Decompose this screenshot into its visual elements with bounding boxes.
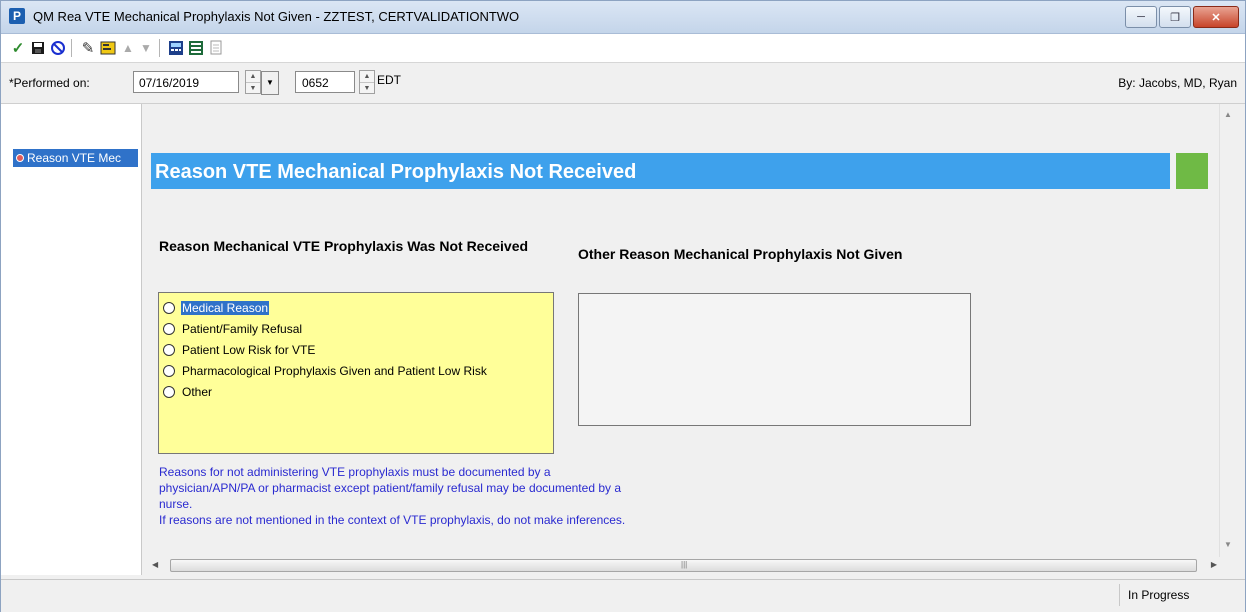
section-header: Reason VTE Mechanical Prophylaxis Not Re…	[151, 153, 1170, 189]
tag-icon[interactable]: ✎	[79, 39, 97, 57]
date-spinner[interactable]: ▲ ▼	[245, 70, 261, 94]
radio-option[interactable]: Patient Low Risk for VTE	[163, 339, 549, 360]
performed-by-label: By: Jacobs, MD, Ryan	[1118, 76, 1237, 90]
timezone-label: EDT	[377, 73, 401, 87]
calculator-icon[interactable]	[167, 39, 185, 57]
status-bar: In Progress	[1, 579, 1245, 612]
cancel-icon[interactable]	[49, 39, 67, 57]
radio-button[interactable]	[163, 301, 175, 314]
title-bar: P QM Rea VTE Mechanical Prophylaxis Not …	[1, 1, 1245, 34]
radio-option-label[interactable]: Medical Reason	[181, 300, 270, 315]
restore-button[interactable]: ❐	[1159, 6, 1191, 28]
required-indicator-icon	[16, 154, 24, 162]
radio-option-label[interactable]: Pharmacological Prophylaxis Given and Pa…	[181, 364, 488, 378]
note-line: Reasons for not administering VTE prophy…	[159, 465, 551, 479]
radio-option-label[interactable]: Patient/Family Refusal	[181, 322, 303, 336]
powerform-window: P QM Rea VTE Mechanical Prophylaxis Not …	[0, 0, 1246, 612]
save-icon[interactable]	[29, 39, 47, 57]
form-content: Reason VTE Mechanical Prophylaxis Not Re…	[142, 104, 1219, 557]
other-reason-question-label: Other Reason Mechanical Prophylaxis Not …	[578, 246, 903, 262]
arrow-down-icon[interactable]: ▼	[137, 39, 155, 57]
form-browser-icon[interactable]	[99, 39, 117, 57]
scroll-left-icon[interactable]: ◀	[152, 560, 158, 569]
radio-button[interactable]	[163, 322, 175, 335]
status-text: In Progress	[1119, 584, 1231, 606]
radio-option-label[interactable]: Other	[181, 385, 213, 399]
close-button[interactable]: ✕	[1193, 6, 1239, 28]
scroll-right-icon[interactable]: ▶	[1211, 560, 1217, 569]
time-field[interactable]: 0652	[295, 71, 355, 93]
time-spinner[interactable]: ▲ ▼	[359, 70, 375, 94]
minimize-button[interactable]: ─	[1125, 6, 1157, 28]
scroll-down-icon[interactable]: ▼	[1224, 540, 1232, 549]
instruction-note: Reasons for not administering VTE prophy…	[159, 464, 779, 528]
reason-radio-group: Medical Reason Patient/Family Refusal Pa…	[158, 292, 554, 454]
horizontal-scroll-thumb[interactable]: |||	[170, 559, 1197, 572]
date-field[interactable]: 07/16/2019	[133, 71, 239, 93]
toolbar-separator	[159, 39, 160, 57]
app-icon: P	[9, 8, 25, 24]
scroll-grip-icon: |||	[681, 560, 688, 569]
section-title: Reason VTE Mechanical Prophylaxis Not Re…	[155, 161, 637, 183]
sign-checkmark-icon[interactable]: ✓	[9, 39, 27, 57]
radio-button[interactable]	[163, 343, 175, 356]
spin-down-icon[interactable]: ▼	[246, 83, 260, 94]
other-reason-textbox[interactable]	[578, 293, 971, 426]
performed-on-bar: *Performed on: 07/16/2019 ▲ ▼ ▼ 0652 ▲ ▼…	[1, 63, 1245, 104]
toolbar-separator	[71, 39, 72, 57]
date-dropdown-button[interactable]: ▼	[261, 71, 279, 95]
window-title: QM Rea VTE Mechanical Prophylaxis Not Gi…	[33, 9, 520, 24]
radio-option-label[interactable]: Patient Low Risk for VTE	[181, 343, 316, 357]
nav-item-label: Reason VTE Mec	[27, 151, 122, 165]
note-line: nurse.	[159, 497, 193, 511]
spin-up-icon[interactable]: ▲	[246, 71, 260, 83]
horizontal-scrollbar[interactable]: ◀ ||| ▶	[142, 557, 1237, 575]
copy-document-icon[interactable]	[207, 39, 225, 57]
radio-button[interactable]	[163, 385, 175, 398]
arrow-up-icon[interactable]: ▲	[119, 39, 137, 57]
reference-icon[interactable]	[187, 39, 205, 57]
window-controls: ─ ❐ ✕	[1125, 6, 1239, 28]
performed-on-label: *Performed on:	[9, 76, 90, 90]
radio-option[interactable]: Medical Reason	[163, 297, 549, 318]
spin-down-icon[interactable]: ▼	[360, 83, 374, 94]
status-indicator	[1176, 153, 1208, 189]
radio-option[interactable]: Pharmacological Prophylaxis Given and Pa…	[163, 360, 549, 381]
radio-button[interactable]	[163, 364, 175, 377]
spin-up-icon[interactable]: ▲	[360, 71, 374, 83]
toolbar: ✓ ✎ ▲ ▼	[1, 34, 1245, 63]
note-line: If reasons are not mentioned in the cont…	[159, 513, 626, 527]
radio-option[interactable]: Other	[163, 381, 549, 402]
section-navigation-pane: Reason VTE Mec	[1, 104, 142, 575]
note-line: physician/APN/PA or pharmacist except pa…	[159, 481, 622, 495]
vertical-scrollbar[interactable]: ▲ ▼	[1219, 104, 1238, 557]
scroll-up-icon[interactable]: ▲	[1224, 110, 1232, 119]
nav-item-reason-vte[interactable]: Reason VTE Mec	[13, 149, 138, 167]
reason-question-label: Reason Mechanical VTE Prophylaxis Was No…	[159, 238, 529, 254]
radio-option[interactable]: Patient/Family Refusal	[163, 318, 549, 339]
